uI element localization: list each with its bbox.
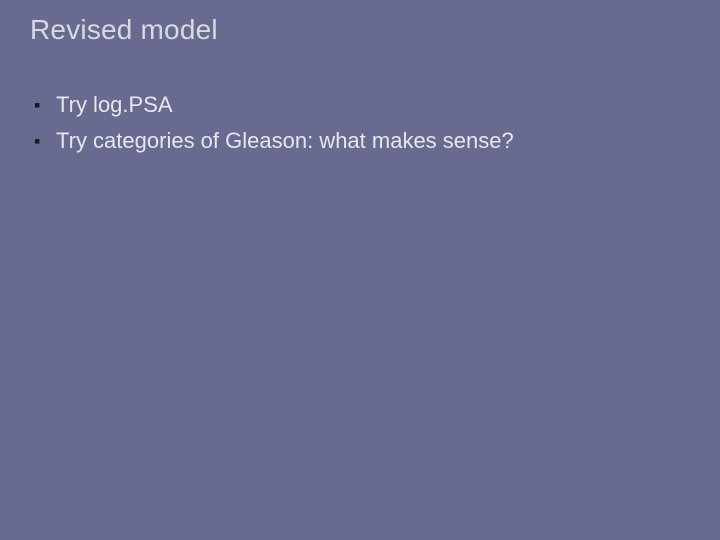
slide-title: Revised model [30, 14, 218, 46]
bullet-list: ▪ Try log.PSA ▪ Try categories of Gleaso… [34, 90, 680, 162]
bullet-text: Try categories of Gleason: what makes se… [56, 126, 514, 156]
list-item: ▪ Try log.PSA [34, 90, 680, 120]
slide: Revised model ▪ Try log.PSA ▪ Try catego… [0, 0, 720, 540]
bullet-icon: ▪ [34, 90, 56, 120]
list-item: ▪ Try categories of Gleason: what makes … [34, 126, 680, 156]
bullet-text: Try log.PSA [56, 90, 173, 120]
bullet-icon: ▪ [34, 126, 56, 156]
